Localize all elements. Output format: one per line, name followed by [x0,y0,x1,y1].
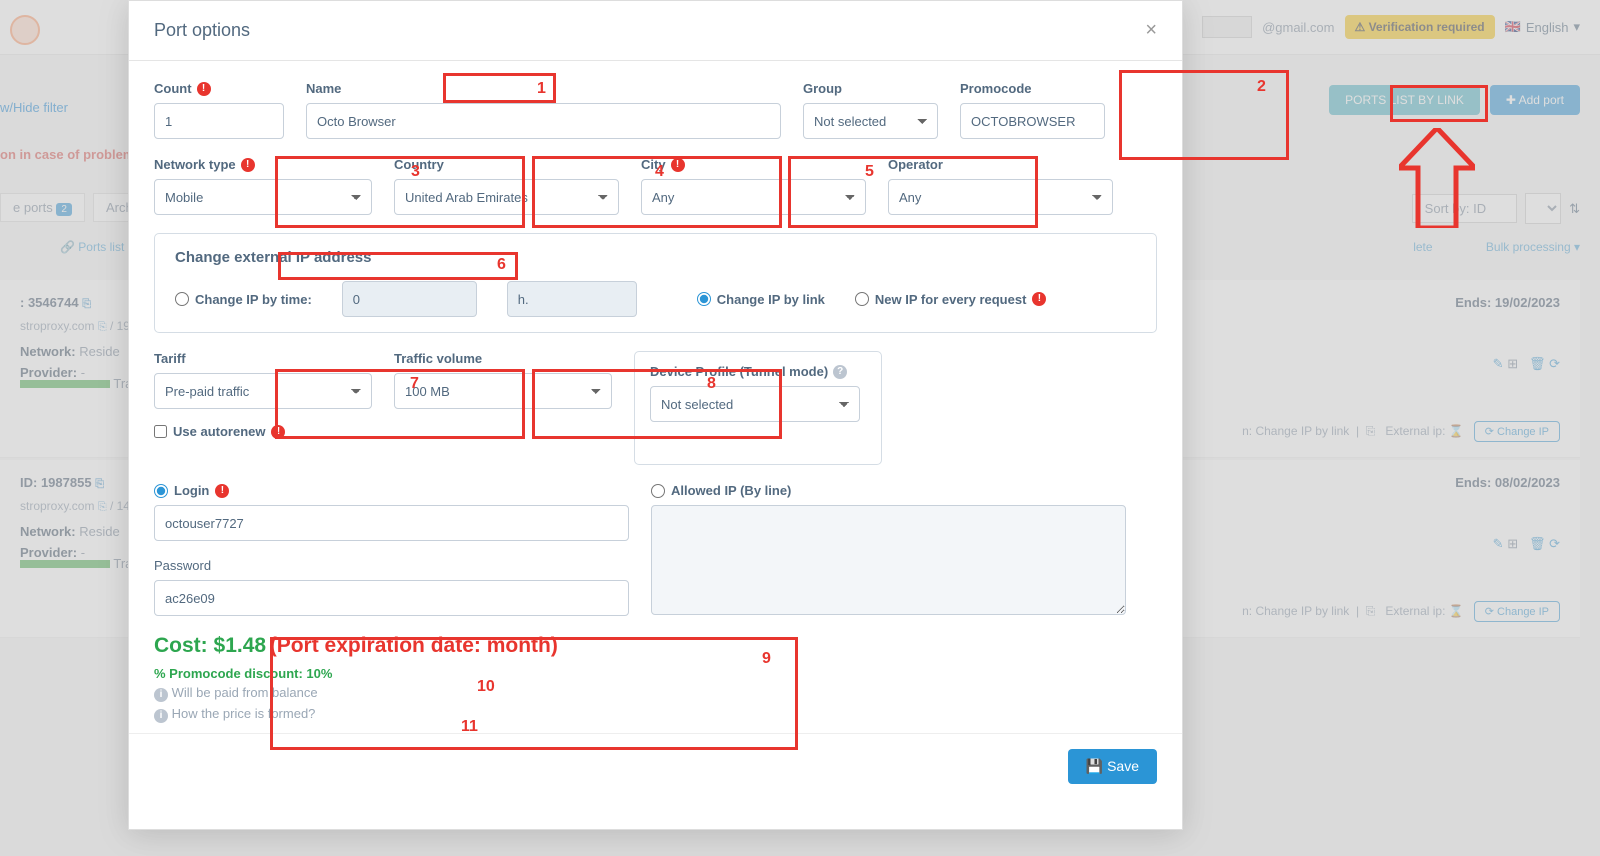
info-icon[interactable]: ! [215,484,229,498]
callout-num-10: 10 [477,678,495,696]
allowed-ip-radio[interactable]: Allowed IP (By line) [651,483,1126,498]
promocode-label: Promocode [960,81,1105,96]
traffic-volume-label: Traffic volume [394,351,612,366]
info-icon[interactable]: ! [271,425,285,439]
callout-num-6: 6 [497,256,506,274]
info-icon[interactable]: ! [1032,292,1046,306]
callout-num-4: 4 [655,163,664,181]
callout-num-9: 9 [762,650,771,668]
country-label: Country [394,157,619,172]
name-input[interactable] [306,103,781,139]
count-input[interactable] [154,103,284,139]
password-label: Password [154,558,629,573]
allowed-ip-textarea[interactable] [651,505,1126,615]
info-icon[interactable]: ! [197,82,211,96]
promocode-input[interactable] [960,103,1105,139]
callout-num-1: 1 [537,80,546,98]
operator-label: Operator [888,157,1113,172]
operator-select[interactable]: Any [888,179,1113,215]
change-ip-time-radio[interactable]: Change IP by time: [175,292,312,307]
login-input[interactable] [154,505,629,541]
change-ip-title: Change external IP address [175,249,1136,266]
info-icon[interactable]: ! [671,158,685,172]
callout-num-3: 3 [411,163,420,181]
close-icon[interactable]: × [1145,19,1157,42]
cost-expiration: (Port expiration date: month) [270,634,558,657]
city-select[interactable]: Any [641,179,866,215]
modal-title: Port options [154,20,250,41]
arrow-callout-icon [1399,128,1475,231]
country-select[interactable]: United Arab Emirates [394,179,619,215]
login-radio[interactable]: Login ! [154,483,629,498]
device-profile-label: Device Profile (Tunnel mode) ? [650,364,866,379]
promo-discount: % Promocode discount: 10% [154,666,1157,681]
port-options-modal: Port options × Count ! Name Group Not se… [128,0,1183,830]
info-icon[interactable]: ! [241,158,255,172]
callout-num-8: 8 [707,375,716,393]
network-type-select[interactable]: Mobile [154,179,372,215]
city-label: City ! [641,157,866,172]
change-ip-section: Change external IP address Change IP by … [154,233,1157,333]
price-formed-note[interactable]: i How the price is formed? [154,706,1157,723]
count-label: Count ! [154,81,284,96]
callout-num-7: 7 [410,375,419,393]
device-profile-select[interactable]: Not selected [650,386,860,422]
autorenew-checkbox[interactable]: Use autorenew ! [154,424,372,439]
ip-time-unit-select[interactable]: h. [507,281,637,317]
save-button[interactable]: 💾 Save [1068,749,1157,784]
callout-num-2: 2 [1257,78,1266,96]
ip-time-value-input[interactable] [342,281,477,317]
new-ip-request-radio[interactable]: New IP for every request ! [855,292,1047,307]
cost-label: Cost: $1.48 [154,634,266,657]
group-select[interactable]: Not selected [803,103,938,139]
tariff-select[interactable]: Pre-paid traffic [154,373,372,409]
network-type-label: Network type ! [154,157,372,172]
help-icon[interactable]: ? [833,365,847,379]
traffic-volume-select[interactable]: 100 MB [394,373,612,409]
paid-from-balance-note: i Will be paid from balance [154,685,1157,702]
group-label: Group [803,81,938,96]
callout-num-11: 11 [461,718,478,736]
password-input[interactable] [154,580,629,616]
tariff-label: Tariff [154,351,372,366]
change-ip-link-radio[interactable]: Change IP by link [697,292,825,307]
callout-num-5: 5 [865,163,874,181]
